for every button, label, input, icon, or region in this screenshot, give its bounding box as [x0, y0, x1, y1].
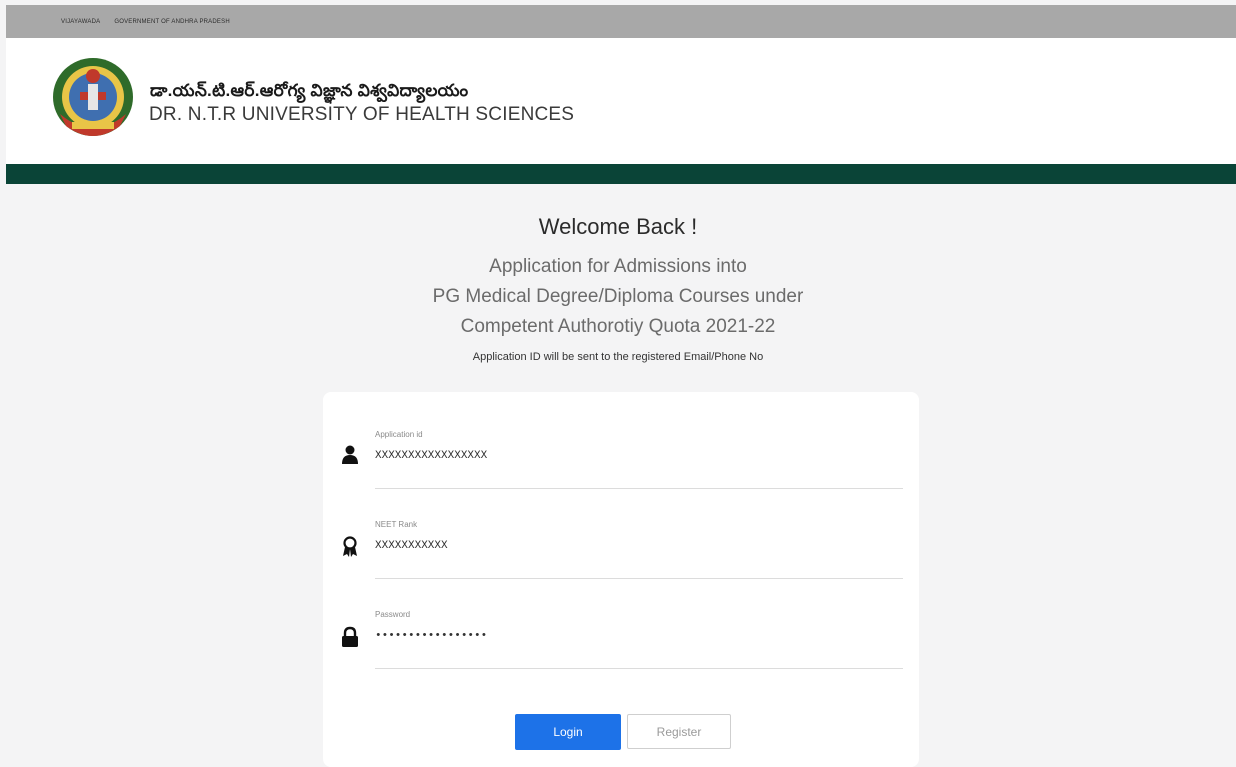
university-logo-icon	[53, 58, 133, 136]
city-label: VIJAYAWADA	[61, 18, 101, 25]
government-label: GOVERNMENT OF ANDHRA PRADESH	[114, 18, 230, 25]
award-icon	[343, 536, 357, 557]
application-id-label: Application id	[375, 430, 423, 439]
university-title-telugu: డా.యన్.టి.ఆర్.ఆరోగ్య విజ్ఞాన విశ్వవిద్యా…	[150, 81, 469, 100]
password-underline	[375, 668, 903, 669]
application-id-note: Application ID will be sent to the regis…	[472, 351, 764, 363]
password-field: Password	[323, 610, 919, 700]
university-title-english: DR. N.T.R UNIVERSITY OF HEALTH SCIENCES	[149, 104, 575, 125]
application-id-field: Application id	[323, 430, 919, 520]
neet-rank-field: NEET Rank	[323, 520, 919, 610]
application-id-input[interactable]	[375, 450, 895, 462]
top-info-bar: VIJAYAWADA GOVERNMENT OF ANDHRA PRADESH	[6, 5, 1236, 38]
subtitle-line-2: PG Medical Degree/Diploma Courses under	[432, 286, 804, 307]
subtitle-line-3: Competent Authorotiy Quota 2021-22	[460, 316, 776, 337]
login-button[interactable]: Login	[515, 714, 621, 750]
application-id-underline	[375, 488, 903, 489]
subtitle-line-1: Application for Admissions into	[489, 256, 747, 277]
neet-rank-label: NEET Rank	[375, 520, 418, 529]
site-header: డా.యన్.టి.ఆర్.ఆరోగ్య విజ్ఞాన విశ్వవిద్యా…	[6, 38, 1236, 164]
neet-rank-input[interactable]	[375, 540, 895, 552]
neet-rank-underline	[375, 578, 903, 579]
lock-icon	[342, 626, 358, 647]
password-label: Password	[375, 610, 411, 619]
password-input[interactable]	[375, 630, 895, 642]
user-icon	[342, 445, 358, 464]
register-button[interactable]: Register	[627, 714, 731, 749]
welcome-heading: Welcome Back !	[538, 214, 698, 239]
header-accent-bar	[6, 164, 1236, 184]
